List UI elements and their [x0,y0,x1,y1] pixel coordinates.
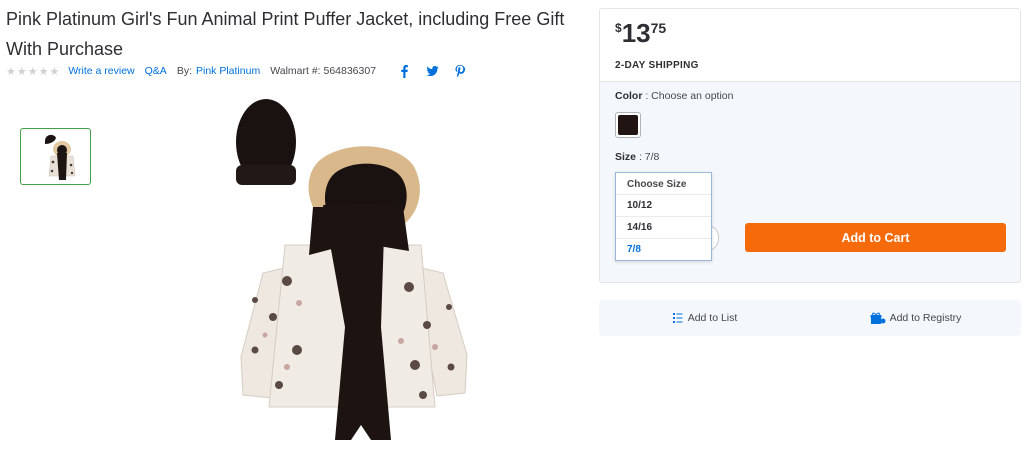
size-value: : 7/8 [638,151,660,163]
rating-stars: ★★★★★ [6,65,61,78]
walmart-number: Walmart #: 564836307 [270,65,377,77]
list-icon [672,313,683,323]
swatch-fill [618,115,638,135]
price: $1375 [615,18,666,49]
registry-gift-icon [870,312,886,324]
size-dropdown-menu[interactable]: Choose Size 10/12 14/16 7/8 [615,172,712,261]
share-icons [398,64,466,78]
twitter-icon[interactable] [426,64,439,78]
price-cents: 75 [650,20,667,36]
qa-link[interactable]: Q&A [145,65,167,77]
size-selector-label: Size : 7/8 [615,151,659,163]
product-main-image [225,95,480,446]
add-to-list-button[interactable]: Add to List [599,312,810,324]
buy-box: $1375 2-DAY SHIPPING Color : Choose an o… [599,8,1021,283]
price-currency: $ [615,21,622,35]
product-title: Pink Platinum Girl's Fun Animal Print Pu… [6,9,565,59]
by-label: By: [176,65,192,77]
price-section: $1375 2-DAY SHIPPING [600,9,1020,82]
price-dollars: 13 [621,18,651,48]
size-menu-header: Choose Size [627,179,687,190]
add-to-registry-label: Add to Registry [889,312,962,324]
size-option-selected[interactable]: 7/8 [616,238,711,260]
pinterest-icon[interactable] [454,64,466,78]
product-thumbnail[interactable] [20,128,91,185]
add-to-list-label: Add to List [687,312,738,324]
color-label: Color [615,90,643,102]
jacket-thumbnail-image [44,134,75,180]
size-label: Size [615,151,637,163]
color-selector-label: Color : Choose an option [615,90,734,102]
add-to-registry-button[interactable]: Add to Registry [810,312,1021,325]
add-to-cart-button[interactable]: Add to Cart [745,223,1006,252]
size-option[interactable]: 14/16 [616,216,711,238]
color-value: : Choose an option [645,90,734,102]
facebook-icon[interactable] [398,64,410,78]
color-swatch[interactable] [615,112,641,138]
brand-link[interactable]: Pink Platinum [196,65,260,77]
shipping-label: 2-DAY SHIPPING [615,60,699,71]
product-meta: ★★★★★ Write a review Q&A By: Pink Platin… [6,63,466,79]
write-review-link[interactable]: Write a review [68,65,134,77]
size-option[interactable]: 10/12 [616,194,711,216]
list-actions: Add to List Add to Registry [599,300,1021,336]
